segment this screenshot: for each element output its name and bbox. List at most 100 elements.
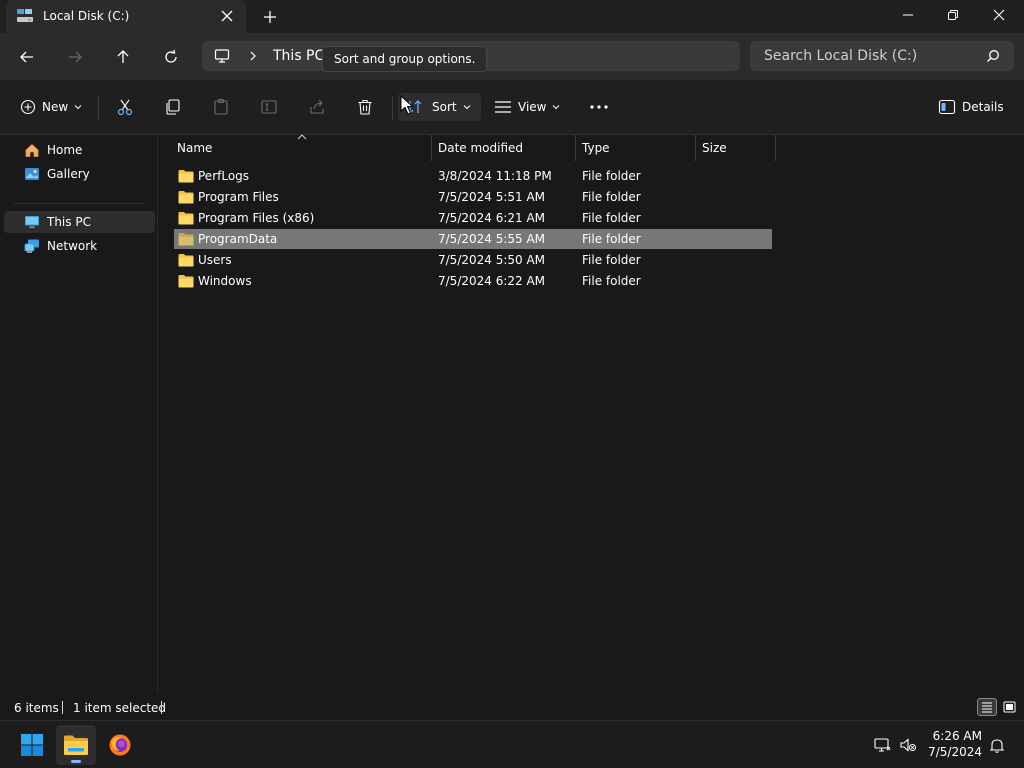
toolbar-divider — [392, 96, 393, 120]
folder-icon — [178, 254, 194, 267]
details-label: Details — [962, 100, 1004, 114]
restore-button[interactable] — [930, 0, 976, 30]
file-list: Name Date modified Type Size PerfLogs 3/… — [159, 134, 1024, 693]
new-tab-icon[interactable] — [260, 7, 280, 27]
file-name: ProgramData — [198, 232, 278, 246]
nav-item-this-pc[interactable]: This PC — [4, 211, 155, 233]
column-header-size[interactable]: Size — [702, 135, 727, 161]
new-label: New — [42, 100, 69, 114]
paste-button[interactable] — [212, 93, 230, 121]
minimize-button[interactable] — [885, 0, 931, 30]
search-box[interactable]: Search Local Disk (C:) — [750, 41, 1014, 71]
search-icon — [987, 50, 999, 62]
tab-local-disk[interactable]: Local Disk (C:) — [6, 0, 246, 33]
volume-button[interactable] — [894, 725, 922, 765]
command-bar: New Sort View Details — [0, 80, 1024, 135]
file-date: 7/5/2024 6:21 AM — [438, 211, 546, 225]
column-divider[interactable] — [775, 135, 776, 161]
taskbar-file-explorer[interactable] — [56, 725, 96, 765]
bell-icon — [989, 739, 1005, 753]
back-button[interactable] — [13, 44, 41, 70]
table-row-selected[interactable]: ProgramData 7/5/2024 5:55 AM File folder — [174, 229, 772, 249]
rename-icon — [261, 100, 277, 114]
clock[interactable]: 6:26 AM 7/5/2024 — [920, 728, 982, 760]
folder-icon — [178, 170, 194, 183]
file-date: 7/5/2024 5:50 AM — [438, 253, 546, 267]
file-explorer-icon — [64, 735, 88, 755]
tab-title: Local Disk (C:) — [43, 9, 130, 23]
file-name: PerfLogs — [198, 169, 250, 183]
details-pane-icon — [938, 99, 956, 115]
title-bar: Local Disk (C:) — [0, 0, 1024, 33]
column-divider[interactable] — [431, 135, 432, 161]
share-button[interactable] — [308, 93, 326, 121]
view-button[interactable]: View — [494, 93, 560, 121]
taskbar: 6:26 AM 7/5/2024 — [0, 720, 1024, 768]
column-divider[interactable] — [575, 135, 576, 161]
cut-button[interactable] — [116, 93, 134, 121]
copy-icon — [166, 99, 180, 115]
notifications-button[interactable] — [984, 725, 1010, 765]
navigation-pane: Home Gallery This PC Network — [0, 135, 158, 693]
cut-icon — [117, 99, 133, 116]
arrow-right-icon — [69, 51, 82, 63]
nav-divider — [14, 203, 144, 204]
view-list-icon — [495, 101, 511, 113]
file-name: Users — [198, 253, 232, 267]
file-type: File folder — [582, 232, 641, 246]
forward-button[interactable] — [61, 44, 89, 70]
table-row[interactable]: Windows 7/5/2024 6:22 AM File folder — [174, 271, 772, 291]
nav-item-gallery[interactable]: Gallery — [4, 163, 155, 185]
nav-item-home[interactable]: Home — [4, 139, 155, 161]
column-header-date[interactable]: Date modified — [438, 135, 523, 161]
up-button[interactable] — [109, 44, 137, 70]
breadcrumb-this-pc[interactable]: This PC — [273, 48, 324, 64]
close-icon — [993, 9, 1005, 21]
chevron-down-icon — [553, 105, 560, 110]
chevron-down-icon — [74, 105, 82, 110]
file-type: File folder — [582, 211, 641, 225]
table-row[interactable]: Program Files 7/5/2024 5:51 AM File fold… — [174, 187, 772, 207]
start-button[interactable] — [12, 725, 52, 765]
search-input[interactable]: Search Local Disk (C:) — [764, 48, 917, 64]
active-app-indicator — [71, 760, 81, 763]
network-icon — [24, 239, 39, 253]
nav-item-network[interactable]: Network — [4, 235, 155, 257]
rename-button[interactable] — [260, 93, 278, 121]
new-button[interactable]: New — [20, 93, 82, 121]
close-button[interactable] — [976, 0, 1022, 30]
share-icon — [310, 99, 324, 114]
speaker-muted-icon — [900, 738, 916, 752]
copy-button[interactable] — [164, 93, 182, 121]
monitor-icon — [214, 49, 230, 63]
table-row[interactable]: PerfLogs 3/8/2024 11:18 PM File folder — [174, 166, 772, 186]
item-count: 6 items — [14, 701, 59, 715]
delete-button[interactable] — [356, 93, 374, 121]
column-header-type[interactable]: Type — [582, 135, 610, 161]
restore-icon — [948, 10, 958, 20]
clock-time: 6:26 AM — [932, 729, 982, 743]
column-divider[interactable] — [695, 135, 696, 161]
file-type: File folder — [582, 190, 641, 204]
network-status-button[interactable] — [868, 725, 896, 765]
view-label: View — [518, 100, 547, 114]
delete-icon — [358, 99, 372, 115]
details-pane-button[interactable]: Details — [938, 93, 1004, 121]
nav-item-label: Network — [47, 239, 98, 253]
table-row[interactable]: Users 7/5/2024 5:50 AM File folder — [174, 250, 772, 270]
file-date: 3/8/2024 11:18 PM — [438, 169, 552, 183]
column-header-name[interactable]: Name — [177, 135, 212, 161]
more-options-button[interactable] — [589, 93, 609, 121]
file-date: 7/5/2024 6:22 AM — [438, 274, 546, 288]
details-view-toggle[interactable] — [977, 698, 997, 716]
file-date: 7/5/2024 5:55 AM — [438, 232, 546, 246]
folder-icon — [178, 233, 194, 246]
chevron-right-icon[interactable] — [248, 49, 258, 63]
table-row[interactable]: Program Files (x86) 7/5/2024 6:21 AM Fil… — [174, 208, 772, 228]
tab-close-icon[interactable] — [218, 7, 236, 25]
refresh-button[interactable] — [157, 44, 185, 70]
tiles-view-toggle[interactable] — [999, 698, 1019, 716]
arrow-up-icon — [117, 50, 129, 63]
file-type: File folder — [582, 274, 641, 288]
taskbar-firefox[interactable] — [100, 725, 140, 765]
